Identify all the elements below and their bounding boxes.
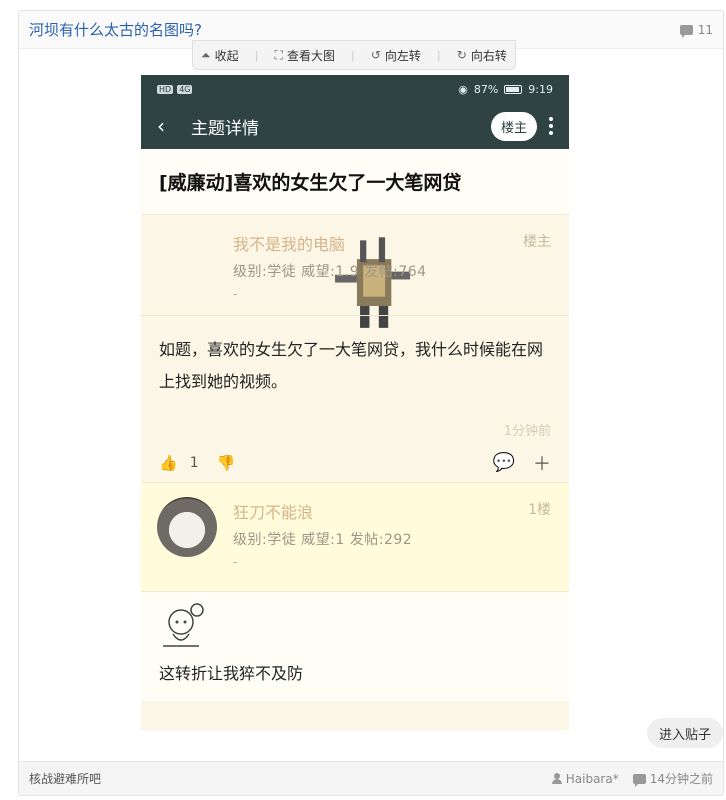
thumbs-up-icon: 👍 — [159, 453, 178, 472]
post-time: 14分钟之前 — [649, 772, 713, 786]
doodle-sticker — [163, 603, 204, 647]
plus-icon: ＋ — [533, 453, 551, 475]
battery-icon — [504, 84, 523, 94]
reply-text: 这转折让我猝不及防 — [159, 664, 304, 683]
forum-name[interactable]: 核战避难所吧 — [29, 770, 101, 787]
signal-indicator: 4G — [177, 84, 193, 94]
like-count: 1 — [189, 454, 199, 471]
post-body: 如题，喜欢的女生欠了一大笔网贷，我什么时候能在网上找到她的视频。 1分钟前 — [141, 315, 569, 443]
rotate-right-icon: ↻ — [456, 48, 467, 62]
collapse-button[interactable]: ⏶ 收起 — [201, 47, 239, 64]
card-footer: 核战避难所吧 Haibara* 14分钟之前 — [19, 761, 723, 795]
embedded-screenshot[interactable]: HD 4G ◉ 87% 9:19 ‹ 主题详情 楼主 [威廉动]喜欢的女生欠了一… — [141, 75, 569, 730]
enter-thread-button[interactable]: 进入贴子 — [647, 718, 723, 748]
clock: 9:19 — [528, 82, 553, 96]
rotate-left-button[interactable]: ↺ 向左转 — [371, 47, 421, 64]
reply-body: 这转折让我猝不及防 — [141, 591, 569, 701]
expand-icon: ⛶ — [274, 47, 283, 62]
dog-avatar — [157, 497, 217, 557]
divider: | — [351, 48, 355, 62]
reply-count-value: 11 — [697, 22, 713, 37]
reply-time-icon — [632, 773, 646, 787]
collapse-icon: ⏶ — [201, 47, 211, 62]
hd-icon: HD — [157, 84, 174, 94]
phone-nav-bar: ‹ 主题详情 楼主 — [141, 103, 569, 149]
reply-count: 11 — [679, 22, 713, 38]
thumbs-down-icon: 👎 — [216, 453, 236, 472]
author-name[interactable]: Haibara* — [566, 772, 619, 786]
post-actions: 👍 1 👎 💬 ＋ — [141, 443, 569, 483]
post-header: 我不是我的电脑 楼主 级别:学徒 威望:1.9 发帖:764 - — [141, 215, 569, 328]
post-meta: 级别:学徒 威望:1.9 发帖:764 — [233, 264, 427, 280]
image-toolbar: ⏶ 收起 | ⛶ 查看大图 | ↺ 向左转 | ↻ 向右转 — [192, 40, 516, 70]
comment-icon — [679, 24, 693, 38]
reply-floor: 1楼 — [528, 502, 551, 518]
reply-username: 狂刀不能浪 — [233, 503, 314, 522]
thread-title[interactable]: 河坝有什么太古的名图吗? — [29, 19, 202, 40]
back-icon: ‹ — [157, 114, 165, 138]
reply-header: 狂刀不能浪 1楼 级别:学徒 威望:1 发帖:292 - — [141, 483, 569, 591]
divider: | — [436, 48, 441, 62]
view-large-button[interactable]: ⛶ 查看大图 — [275, 47, 335, 64]
rotate-left-icon: ↺ — [370, 48, 381, 62]
owner-only-button: 楼主 — [490, 111, 537, 141]
post-username: 我不是我的电脑 — [233, 235, 346, 254]
reply-meta: 级别:学徒 威望:1 发帖:292 — [233, 532, 413, 548]
post-floor: 楼主 — [523, 234, 551, 250]
post-time-ago: 1分钟前 — [503, 424, 551, 439]
more-icon — [549, 117, 553, 135]
user-icon — [551, 773, 562, 784]
divider: | — [254, 48, 259, 62]
eye-icon: ◉ — [458, 82, 468, 96]
nav-title: 主题详情 — [191, 118, 259, 139]
post-signature: - — [233, 287, 238, 301]
phone-status-bar: HD 4G ◉ 87% 9:19 — [141, 75, 569, 103]
topic-title: [威廉动]喜欢的女生欠了一大笔网贷 — [141, 149, 569, 215]
battery-percent: 87% — [473, 82, 499, 96]
reply-signature: - — [233, 555, 238, 569]
rotate-right-button[interactable]: ↻ 向右转 — [457, 47, 507, 64]
comment-bubble-icon: 💬 — [492, 452, 515, 473]
